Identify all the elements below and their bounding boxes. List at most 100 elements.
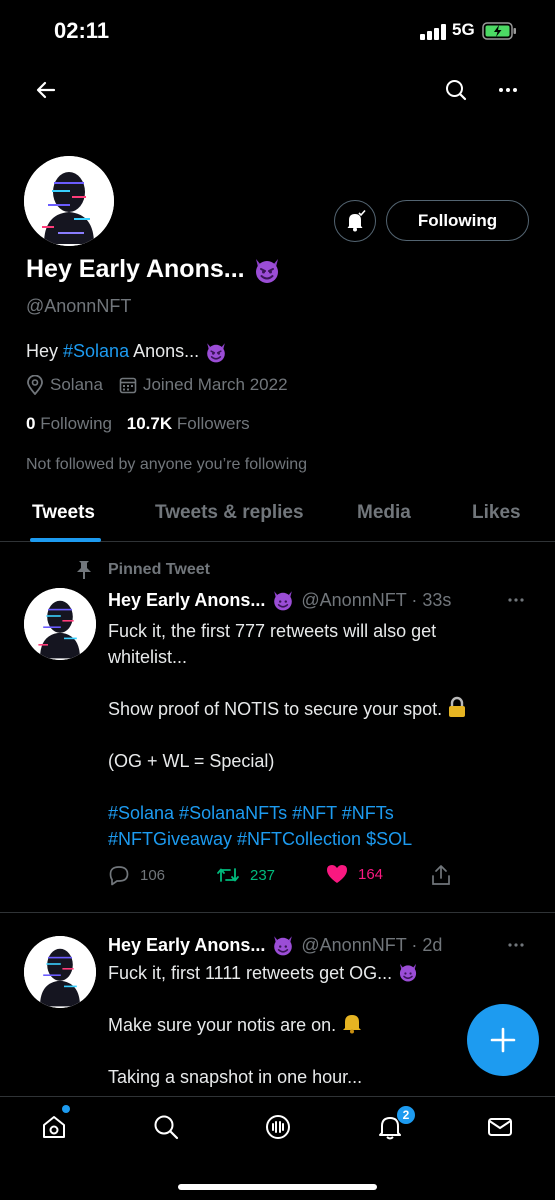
tweet-header: Hey Early Anons... @AnonnNFT · 33s [108,588,451,612]
profile-joined: Joined March 2022 [142,375,288,394]
more-icon [499,88,517,92]
like-count: 164 [358,865,384,883]
notify-bell-button[interactable] [334,200,376,242]
active-tab-indicator [30,538,101,542]
following-label: Following [40,414,113,433]
reply-count: 106 [140,866,166,884]
tab-likes[interactable]: Likes [472,502,521,524]
anon-avatar-image [24,936,96,1008]
tab-tweets-replies[interactable]: Tweets & replies [155,502,304,524]
home-icon [43,1116,65,1138]
reply-icon [109,866,129,886]
bio-hashtag-link[interactable]: #Solana [63,341,129,361]
retweet-button[interactable]: 237 [216,864,275,886]
tweet-hashtags[interactable]: #NFTGiveaway #NFTCollection $SOL [108,826,528,852]
tab-tweets[interactable]: Tweets [32,502,95,524]
profile-bio: Hey #Solana Anons... [26,340,228,364]
bell-icon [347,209,366,232]
tweet-more-button[interactable] [506,590,526,615]
calendar-icon [119,376,137,394]
status-bar: 02:11 5G [0,0,555,62]
tweet-line-text: Fuck it, first 1111 retweets get OG... [108,963,393,983]
notifications-badge: 2 [396,1105,416,1125]
home-unread-dot [62,1105,70,1113]
network-label: 5G [452,20,475,39]
following-button[interactable]: Following [386,200,529,241]
bio-prefix: Hey [26,340,64,361]
heart-icon [327,865,347,883]
home-indicator [178,1184,377,1190]
search-button[interactable] [436,70,476,110]
tweet-hashtags[interactable]: #Solana #SolanaNFTs #NFT #NFTs [108,800,528,826]
tweet-author-name[interactable]: Hey Early Anons... [108,935,265,956]
reply-button[interactable]: 106 [108,864,165,886]
more-icon [508,943,524,947]
spaces-icon [266,1115,290,1139]
not-followed-note: Not followed by anyone you’re following [26,456,308,473]
status-time: 02:11 [54,18,110,43]
profile-counts: 0 Following 10.7K Followers [26,414,250,434]
tweet-avatar[interactable] [24,936,96,1008]
followers-count: 10.7K [126,414,173,433]
pin-icon [76,560,94,580]
tweet-text: Fuck it, first 1111 retweets get OG... M… [108,960,528,1090]
tweet-line: Taking a snapshot in one hour... [108,1067,363,1087]
like-button[interactable]: 164 [326,864,383,884]
retweet-count: 237 [250,866,276,884]
profile-tabs: Tweets Tweets & replies Media Likes [0,492,555,542]
lock-emoji-icon [449,696,466,717]
nav-spaces[interactable] [260,1109,296,1145]
tweet-handle-time: @AnonnNFT · 33s [301,589,452,610]
tweet-line-text: Show proof of NOTIS to secure your spot. [108,699,443,719]
compose-icon [490,1027,516,1053]
profile-handle: @AnonnNFT [26,296,132,316]
tab-media[interactable]: Media [357,502,411,524]
following-count: 0 [26,414,36,433]
tweet-header: Hey Early Anons... @AnonnNFT · 2d [108,933,442,957]
more-icon [508,598,524,602]
search-icon [446,80,467,101]
profile-name: Hey Early Anons... [26,255,282,285]
bell-emoji-icon [343,1015,362,1034]
nav-messages[interactable] [482,1109,518,1145]
pinned-text: Pinned Tweet [108,561,210,578]
share-icon [432,865,450,885]
share-button[interactable] [430,864,452,886]
battery-icon [482,22,516,40]
followers-count-link[interactable]: 10.7K Followers [127,414,250,433]
tweet-line: whitelist... [108,647,188,667]
nav-explore[interactable] [148,1109,184,1145]
nav-home[interactable] [36,1109,72,1145]
tweet-avatar[interactable] [24,588,96,660]
tweet-divider [0,912,555,913]
devil-emoji-icon [255,259,278,284]
profile-avatar[interactable] [24,156,114,246]
tweet-more-button[interactable] [506,935,526,960]
tweet-line: Show proof of NOTIS to secure your spot. [108,696,528,722]
devil-emoji-icon [400,963,417,982]
tweet-text: Fuck it, the first 777 retweets will als… [108,618,528,852]
retweet-icon [217,868,239,882]
followers-label: Followers [176,414,250,433]
tweet-line: (OG + WL = Special) [108,751,275,771]
tweet-handle-time: @AnonnNFT · 2d [301,934,443,955]
explore-icon [154,1115,179,1140]
signal-icon [420,24,446,40]
following-count-link[interactable]: 0 Following [26,414,112,433]
back-button[interactable] [26,70,66,110]
compose-button[interactable] [467,1004,539,1076]
tweet-line: Fuck it, the first 777 retweets will als… [108,621,437,641]
pinned-label: Pinned Tweet [76,560,210,580]
tweet-actions: 106 237 164 [108,864,458,888]
tweet-line: Fuck it, first 1111 retweets get OG... [108,960,528,986]
devil-emoji-icon [274,591,293,611]
profile-location: Solana [50,375,103,394]
messages-icon [488,1118,512,1136]
profile-name-text: Hey Early Anons... [26,255,245,283]
more-button[interactable] [488,70,528,110]
bio-suffix: Anons... [129,340,200,361]
anon-avatar-image [24,588,96,660]
devil-emoji-icon [274,936,293,956]
profile-meta: Solana Joined March 2022 [26,375,288,395]
tweet-author-name[interactable]: Hey Early Anons... [108,590,265,611]
